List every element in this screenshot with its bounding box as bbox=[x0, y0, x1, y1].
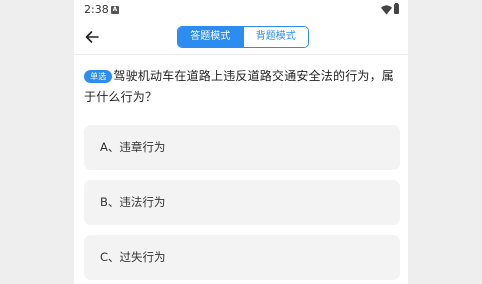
option-a[interactable]: A、违章行为 bbox=[84, 125, 400, 170]
option-label: B、违法行为 bbox=[100, 195, 166, 209]
question-block: 单选 驾驶机动车在道路上违反道路交通安全法的行为，属于什么行为？ bbox=[84, 66, 400, 108]
status-bar: 2:38 A bbox=[74, 0, 408, 20]
question-text: 驾驶机动车在道路上违反道路交通安全法的行为，属于什么行为？ bbox=[84, 69, 395, 104]
question-type-badge: 单选 bbox=[84, 70, 113, 83]
status-time: 2:38 bbox=[84, 3, 109, 16]
option-label: A、违章行为 bbox=[100, 140, 166, 154]
header-divider bbox=[74, 54, 408, 55]
tab-answer-mode[interactable]: 答题模式 bbox=[178, 27, 243, 47]
option-c[interactable]: C、过失行为 bbox=[84, 235, 400, 280]
arrow-left-icon[interactable] bbox=[84, 29, 100, 45]
wifi-icon bbox=[381, 5, 392, 15]
option-label: C、过失行为 bbox=[100, 250, 166, 264]
option-b[interactable]: B、违法行为 bbox=[84, 180, 400, 225]
notification-icon: A bbox=[111, 6, 119, 14]
top-bar: 答题模式 背题模式 bbox=[74, 20, 408, 54]
app-screen: 2:38 A 答题模式 背题模式 单选 驾驶机动车在道路上违反道路交通安全法的行为… bbox=[74, 0, 408, 284]
mode-toggle: 答题模式 背题模式 bbox=[177, 26, 309, 48]
tab-recite-mode[interactable]: 背题模式 bbox=[242, 27, 308, 47]
battery-icon bbox=[394, 3, 399, 14]
